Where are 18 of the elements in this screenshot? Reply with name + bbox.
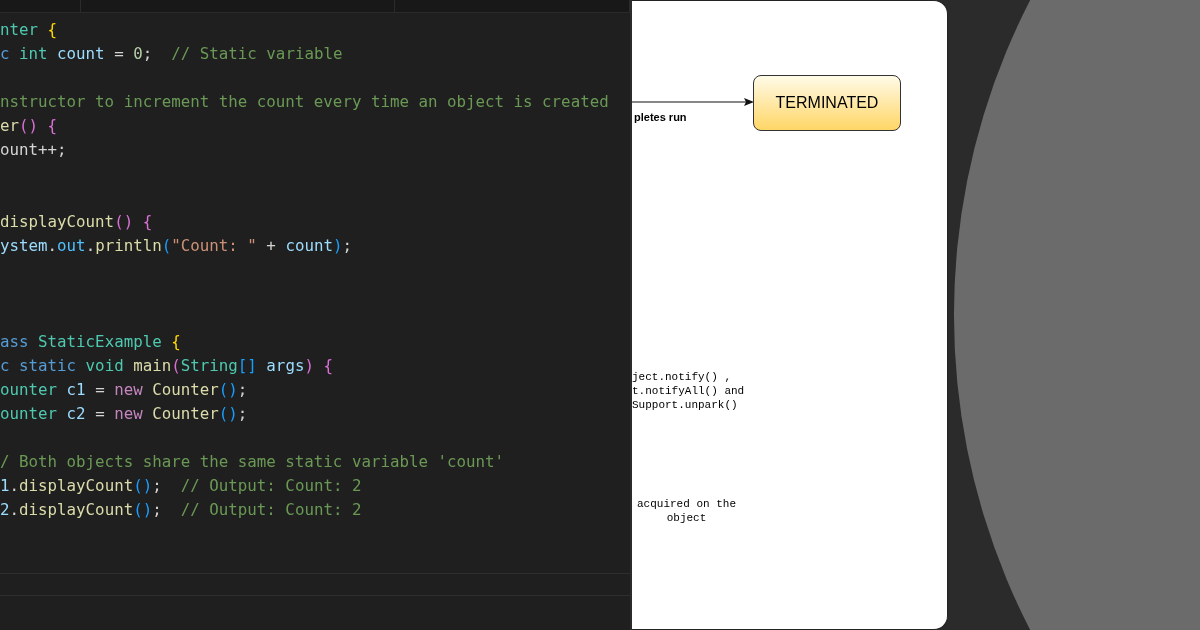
state-node: TERMINATED [753,75,901,131]
code-line: 2.displayCount(); // Output: Count: 2 [0,500,362,519]
code-line: ounter c2 = new Counter(); [0,404,248,423]
code-line: ass StaticExample { [0,332,181,351]
note-text: acquired on the object [637,497,737,525]
code-line: ounter c1 = new Counter(); [0,380,248,399]
code-line: / Both objects share the same static variable 'count' [0,452,505,471]
code-line: displayCount() { [0,212,153,231]
edge-label: pletes run [634,111,687,123]
code-line: er() { [0,116,58,135]
code-line: ystem.out.println("Count: " + count); [0,236,352,255]
code-line: nstructor to increment the count every time an object is created [0,92,609,111]
code-line: 1.displayCount(); // Output: Count: 2 [0,476,362,495]
code-line: c static void main(String[] args) { [0,356,333,375]
note-text: ject.notify() , t.notifyAll() and Support.unpark() [632,370,745,412]
code-line: c int count = 0; // Static variable [0,44,343,63]
code-line: nter { [0,20,58,39]
code-line: ount++; [0,140,67,159]
